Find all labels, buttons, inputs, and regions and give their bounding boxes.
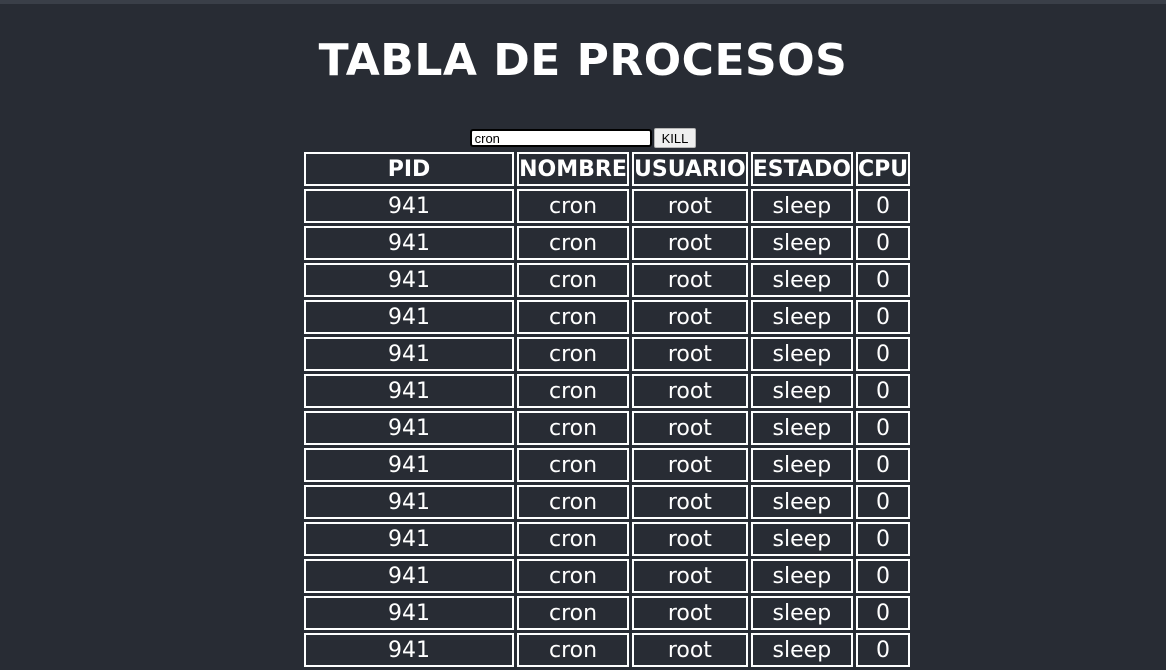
cell-nombre: cron (517, 189, 629, 223)
table-row: 941 cron root sleep 0 (304, 189, 911, 223)
cell-pid: 941 (304, 263, 514, 297)
process-table-container: PID NOMBRE USUARIO ESTADO CPU 941 cron roo… (302, 150, 912, 669)
cell-estado: sleep (750, 189, 853, 223)
table-row: 941 cron root sleep 0 (304, 448, 911, 482)
kill-controls: KILL (0, 128, 1166, 148)
cell-usuario: root (632, 226, 748, 260)
cell-usuario: root (632, 189, 748, 223)
header-pid: PID (304, 152, 514, 186)
cell-usuario: root (632, 411, 748, 445)
process-name-input[interactable] (469, 129, 652, 147)
cell-cpu: 0 (855, 485, 911, 519)
header-estado: ESTADO (750, 152, 853, 186)
header-cpu: CPU (855, 152, 911, 186)
cell-usuario: root (632, 485, 748, 519)
cell-usuario: root (632, 300, 748, 334)
cell-cpu: 0 (855, 189, 911, 223)
cell-nombre: cron (517, 263, 629, 297)
cell-cpu: 0 (855, 337, 911, 371)
cell-cpu: 0 (855, 559, 911, 593)
cell-usuario: root (632, 448, 748, 482)
cell-usuario: root (632, 522, 748, 556)
table-row: 941 cron root sleep 0 (304, 263, 911, 297)
table-row: 941 cron root sleep 0 (304, 485, 911, 519)
table-row: 941 cron root sleep 0 (304, 337, 911, 371)
table-row: 941 cron root sleep 0 (304, 522, 911, 556)
table-row: 941 cron root sleep 0 (304, 596, 911, 630)
cell-usuario: root (632, 374, 748, 408)
cell-estado: sleep (750, 337, 853, 371)
cell-cpu: 0 (855, 411, 911, 445)
cell-cpu: 0 (855, 633, 911, 667)
cell-nombre: cron (517, 448, 629, 482)
cell-nombre: cron (517, 596, 629, 630)
header-usuario: USUARIO (632, 152, 748, 186)
cell-estado: sleep (750, 522, 853, 556)
table-row: 941 cron root sleep 0 (304, 411, 911, 445)
cell-pid: 941 (304, 374, 514, 408)
cell-nombre: cron (517, 633, 629, 667)
cell-pid: 941 (304, 337, 514, 371)
cell-nombre: cron (517, 411, 629, 445)
cell-nombre: cron (517, 559, 629, 593)
cell-pid: 941 (304, 300, 514, 334)
table-header-row: PID NOMBRE USUARIO ESTADO CPU (304, 152, 911, 186)
cell-estado: sleep (750, 374, 853, 408)
table-row: 941 cron root sleep 0 (304, 300, 911, 334)
cell-nombre: cron (517, 522, 629, 556)
process-table: PID NOMBRE USUARIO ESTADO CPU 941 cron roo… (301, 149, 913, 670)
cell-estado: sleep (750, 485, 853, 519)
table-row: 941 cron root sleep 0 (304, 633, 911, 667)
cell-estado: sleep (750, 448, 853, 482)
cell-pid: 941 (304, 559, 514, 593)
cell-estado: sleep (750, 633, 853, 667)
cell-estado: sleep (750, 226, 853, 260)
process-table-body: 941 cron root sleep 0 941 cron root sleep 0 941 cro… (304, 189, 911, 667)
table-row: 941 cron root sleep 0 (304, 226, 911, 260)
cell-cpu: 0 (855, 300, 911, 334)
cell-pid: 941 (304, 189, 514, 223)
cell-estado: sleep (750, 300, 853, 334)
cell-nombre: cron (517, 337, 629, 371)
cell-nombre: cron (517, 300, 629, 334)
cell-cpu: 0 (855, 448, 911, 482)
cell-cpu: 0 (855, 263, 911, 297)
cell-cpu: 0 (855, 596, 911, 630)
table-row: 941 cron root sleep 0 (304, 374, 911, 408)
page-title: TABLA DE PROCESOS (318, 35, 848, 86)
cell-pid: 941 (304, 411, 514, 445)
cell-estado: sleep (750, 263, 853, 297)
cell-estado: sleep (750, 411, 853, 445)
cell-nombre: cron (517, 374, 629, 408)
cell-usuario: root (632, 559, 748, 593)
cell-cpu: 0 (855, 522, 911, 556)
cell-pid: 941 (304, 633, 514, 667)
top-bar (0, 0, 1166, 4)
cell-estado: sleep (750, 559, 853, 593)
cell-cpu: 0 (855, 374, 911, 408)
cell-pid: 941 (304, 485, 514, 519)
cell-usuario: root (632, 633, 748, 667)
cell-cpu: 0 (855, 226, 911, 260)
cell-usuario: root (632, 596, 748, 630)
cell-usuario: root (632, 263, 748, 297)
cell-pid: 941 (304, 226, 514, 260)
header-nombre: NOMBRE (517, 152, 629, 186)
cell-pid: 941 (304, 596, 514, 630)
kill-button[interactable]: KILL (653, 128, 697, 148)
cell-usuario: root (632, 337, 748, 371)
cell-nombre: cron (517, 226, 629, 260)
cell-pid: 941 (304, 448, 514, 482)
cell-nombre: cron (517, 485, 629, 519)
cell-pid: 941 (304, 522, 514, 556)
table-row: 941 cron root sleep 0 (304, 559, 911, 593)
cell-estado: sleep (750, 596, 853, 630)
